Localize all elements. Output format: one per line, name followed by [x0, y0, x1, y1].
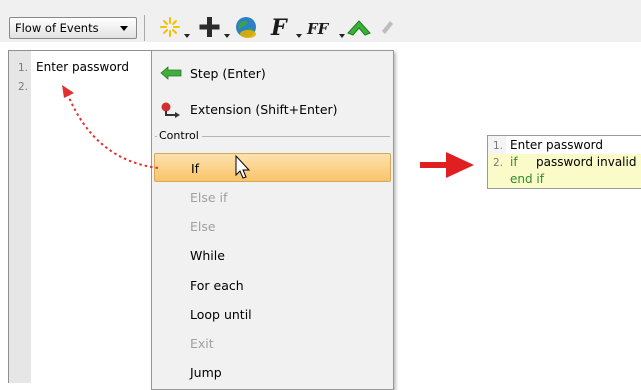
- chevron-down-icon: [120, 26, 128, 31]
- red-arrow-icon: [420, 152, 474, 178]
- menu-item-label: Loop until: [190, 307, 252, 322]
- toolbar: Flow of Events F FF: [0, 0, 641, 42]
- condition-text: password invalid: [536, 155, 637, 169]
- globe-icon: [236, 17, 256, 38]
- globe-button[interactable]: [234, 15, 262, 41]
- menu-item-label: Extension (Shift+Enter): [190, 102, 338, 117]
- result-line: 1. Enter password: [488, 137, 641, 154]
- end-if-keyword: end if: [510, 172, 544, 186]
- menu-item-label: Exit: [190, 336, 214, 351]
- menu-item-for-each[interactable]: For each: [154, 271, 391, 300]
- result-preview: 1. Enter password 2. if password invalid…: [487, 135, 641, 189]
- red-arrow-extension-icon: [161, 102, 180, 118]
- green-arrow-left-icon: [160, 66, 182, 80]
- add-button[interactable]: [198, 15, 230, 41]
- menu-item-else[interactable]: Else: [154, 212, 391, 241]
- toolbar-separator: [144, 15, 145, 41]
- chevron-up-icon: [347, 20, 371, 36]
- menu-item-extension[interactable]: Extension (Shift+Enter): [154, 95, 391, 124]
- flow-editor[interactable]: 1. Enter password 2.: [8, 50, 158, 383]
- line-text: Enter password: [510, 138, 603, 152]
- editor-line[interactable]: 2.: [9, 78, 28, 95]
- menu-item-label: Else if: [190, 190, 228, 205]
- line-number-gutter: [9, 51, 31, 383]
- menu-item-label: While: [190, 248, 225, 263]
- dropdown-icon: [184, 34, 190, 38]
- menu-item-label: Step (Enter): [190, 66, 266, 81]
- menu-item-if[interactable]: If: [154, 153, 391, 182]
- if-keyword: if: [510, 155, 518, 169]
- menu-item-else-if[interactable]: Else if: [154, 183, 391, 212]
- ff-icon: FF: [307, 20, 329, 38]
- pencil-icon: [382, 21, 393, 34]
- menu-item-loop-until[interactable]: Loop until: [154, 300, 391, 329]
- editor-line[interactable]: 1. Enter password: [9, 59, 129, 76]
- sparkle-button[interactable]: [158, 15, 190, 41]
- line-text: Enter password: [36, 60, 129, 74]
- dropdown-icon: [339, 34, 345, 38]
- partial-tool-button[interactable]: [380, 15, 394, 41]
- italic-f-icon: F: [271, 15, 287, 41]
- move-up-button[interactable]: [346, 15, 374, 41]
- sparkle-icon: [160, 17, 180, 37]
- plus-icon: [199, 17, 220, 37]
- result-line-highlighted: end if: [488, 171, 641, 188]
- menu-item-label: For each: [190, 278, 244, 293]
- menu-item-exit[interactable]: Exit: [154, 329, 391, 358]
- flow-select-value: Flow of Events: [15, 21, 99, 35]
- line-number: 1.: [492, 140, 503, 152]
- dropdown-icon: [296, 34, 302, 38]
- menu-item-label: If: [191, 161, 200, 176]
- dropdown-icon: [224, 34, 230, 38]
- menu-item-label: Else: [190, 219, 216, 234]
- italic-f-button[interactable]: F: [268, 15, 302, 41]
- line-number: 2.: [492, 157, 503, 169]
- line-number: 1.: [17, 62, 28, 74]
- menu-item-while[interactable]: While: [154, 241, 391, 270]
- ff-button[interactable]: FF: [305, 15, 345, 41]
- line-number: 2.: [17, 81, 28, 93]
- result-line-highlighted: 2. if password invalid: [488, 154, 641, 171]
- insert-context-menu: Step (Enter) Extension (Shift+Enter) Con…: [151, 50, 394, 390]
- flow-of-events-select[interactable]: Flow of Events: [9, 17, 137, 39]
- control-group-label: Control: [157, 129, 202, 143]
- menu-item-step[interactable]: Step (Enter): [154, 59, 391, 88]
